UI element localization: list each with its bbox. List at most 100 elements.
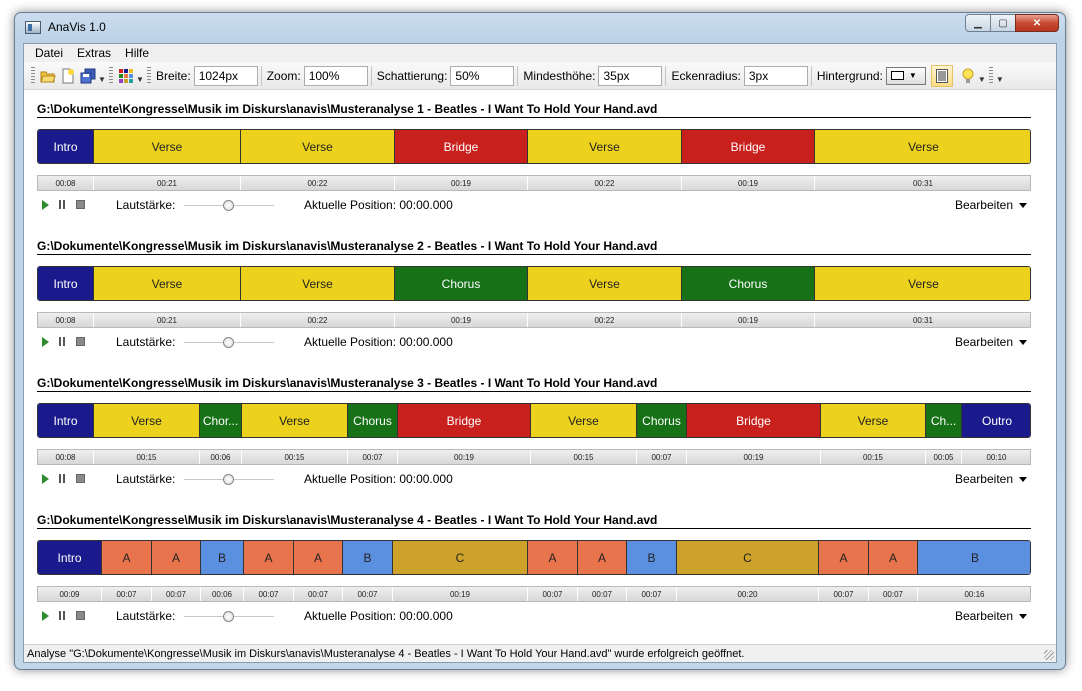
- segment-bridge[interactable]: Bridge: [398, 404, 531, 437]
- toolbar-overflow-icon[interactable]: ▼: [978, 75, 986, 84]
- edit-menu-button[interactable]: Bearbeiten: [955, 609, 1027, 623]
- segment-verse[interactable]: Verse: [815, 130, 1030, 163]
- pause-icon[interactable]: [59, 474, 65, 483]
- segment-a[interactable]: A: [152, 541, 201, 574]
- segment-verse[interactable]: Verse: [94, 130, 241, 163]
- maximize-button[interactable]: ▢: [990, 14, 1016, 32]
- segment-verse[interactable]: Verse: [531, 404, 637, 437]
- list-view-toggle[interactable]: [930, 64, 953, 87]
- segment-a[interactable]: A: [819, 541, 869, 574]
- color-palette-icon[interactable]: [117, 67, 135, 85]
- segment-verse[interactable]: Verse: [94, 267, 241, 300]
- title-bar[interactable]: AnaVis 1.0 ▁ ▢ ✕: [15, 13, 1065, 43]
- stop-icon[interactable]: [76, 474, 85, 483]
- play-icon[interactable]: [42, 337, 49, 347]
- segment-duration: 00:19: [395, 313, 528, 327]
- stop-icon[interactable]: [76, 337, 85, 346]
- minimize-button[interactable]: ▁: [965, 14, 991, 32]
- eckenradius-input[interactable]: [743, 65, 808, 86]
- lightbulb-icon[interactable]: [959, 67, 977, 85]
- segment-duration: 00:19: [682, 313, 815, 327]
- open-folder-icon[interactable]: [39, 67, 57, 85]
- play-icon[interactable]: [42, 474, 49, 484]
- volume-slider[interactable]: [184, 611, 274, 622]
- mindesthoehe-input[interactable]: [598, 65, 663, 86]
- segment-chorus[interactable]: Chorus: [395, 267, 528, 300]
- breite-input[interactable]: [193, 65, 258, 86]
- segment-bridge[interactable]: Bridge: [687, 404, 821, 437]
- segment-verse[interactable]: Verse: [815, 267, 1030, 300]
- segment-chorus[interactable]: Chorus: [682, 267, 815, 300]
- segment-bridge[interactable]: Bridge: [682, 130, 815, 163]
- volume-slider[interactable]: [184, 474, 274, 485]
- background-color-picker[interactable]: ▼: [885, 66, 926, 85]
- edit-menu-button[interactable]: Bearbeiten: [955, 335, 1027, 349]
- menu-datei[interactable]: Datei: [28, 46, 70, 60]
- new-document-icon[interactable]: [59, 67, 77, 85]
- toolbar-overflow-icon[interactable]: ▼: [98, 75, 106, 84]
- segment-chorus[interactable]: Ch...: [926, 404, 962, 437]
- segment-c[interactable]: C: [677, 541, 819, 574]
- segment-a[interactable]: A: [244, 541, 294, 574]
- play-icon[interactable]: [42, 200, 49, 210]
- segment-a[interactable]: A: [578, 541, 627, 574]
- segment-verse[interactable]: Verse: [528, 267, 682, 300]
- segment-a[interactable]: A: [869, 541, 918, 574]
- segment-a[interactable]: A: [294, 541, 343, 574]
- volume-slider-thumb[interactable]: [223, 474, 234, 485]
- segment-bridge[interactable]: Bridge: [395, 130, 528, 163]
- analysis-list: G:\Dokumente\Kongresse\Musik im Diskurs\…: [24, 90, 1056, 644]
- segment-a[interactable]: A: [528, 541, 578, 574]
- toolbar-overflow-icon[interactable]: ▼: [996, 75, 1004, 84]
- pause-icon[interactable]: [59, 611, 65, 620]
- volume-slider-thumb[interactable]: [223, 611, 234, 622]
- zoom-input[interactable]: [303, 65, 368, 86]
- volume-slider-thumb[interactable]: [223, 337, 234, 348]
- toolbar-grip[interactable]: [31, 66, 35, 85]
- resize-grip-icon[interactable]: [1044, 650, 1054, 660]
- segment-intro[interactable]: Intro: [38, 404, 94, 437]
- pause-icon[interactable]: [59, 200, 65, 209]
- segment-chorus[interactable]: Chor...: [200, 404, 242, 437]
- close-button[interactable]: ✕: [1015, 14, 1059, 32]
- segment-c[interactable]: C: [393, 541, 528, 574]
- stop-icon[interactable]: [76, 200, 85, 209]
- segment-verse[interactable]: Verse: [821, 404, 926, 437]
- play-icon[interactable]: [42, 611, 49, 621]
- stop-icon[interactable]: [76, 611, 85, 620]
- menu-extras[interactable]: Extras: [70, 46, 118, 60]
- segment-intro[interactable]: Intro: [38, 130, 94, 163]
- segment-verse[interactable]: Verse: [94, 404, 200, 437]
- volume-slider[interactable]: [184, 337, 274, 348]
- segment-b[interactable]: B: [201, 541, 244, 574]
- toolbar-overflow-icon[interactable]: ▼: [136, 75, 144, 84]
- segment-verse[interactable]: Verse: [528, 130, 682, 163]
- menu-hilfe[interactable]: Hilfe: [118, 46, 156, 60]
- schattierung-input[interactable]: [450, 65, 515, 86]
- segment-chorus[interactable]: Chorus: [637, 404, 687, 437]
- toolbar-grip[interactable]: [109, 66, 113, 85]
- segment-verse[interactable]: Verse: [242, 404, 348, 437]
- segment-b[interactable]: B: [627, 541, 677, 574]
- segment-chorus[interactable]: Chorus: [348, 404, 398, 437]
- segment-verse[interactable]: Verse: [241, 267, 395, 300]
- segment-intro[interactable]: Intro: [38, 541, 102, 574]
- segment-b[interactable]: B: [343, 541, 393, 574]
- edit-menu-button[interactable]: Bearbeiten: [955, 472, 1027, 486]
- analysis-panel: G:\Dokumente\Kongresse\Musik im Diskurs\…: [37, 102, 1032, 212]
- chevron-down-icon: [1019, 203, 1027, 209]
- segment-verse[interactable]: Verse: [241, 130, 395, 163]
- segment-b[interactable]: B: [918, 541, 1030, 574]
- segment-duration: 00:07: [348, 450, 398, 464]
- pause-icon[interactable]: [59, 337, 65, 346]
- volume-slider[interactable]: [184, 200, 274, 211]
- toolbar-grip[interactable]: [147, 66, 151, 85]
- edit-menu-button[interactable]: Bearbeiten: [955, 198, 1027, 212]
- segment-duration: 00:15: [242, 450, 348, 464]
- segment-intro[interactable]: Outro: [962, 404, 1030, 437]
- volume-slider-thumb[interactable]: [223, 200, 234, 211]
- toolbar-grip[interactable]: [988, 66, 993, 85]
- segment-intro[interactable]: Intro: [38, 267, 94, 300]
- segment-a[interactable]: A: [102, 541, 152, 574]
- save-all-icon[interactable]: [79, 67, 97, 85]
